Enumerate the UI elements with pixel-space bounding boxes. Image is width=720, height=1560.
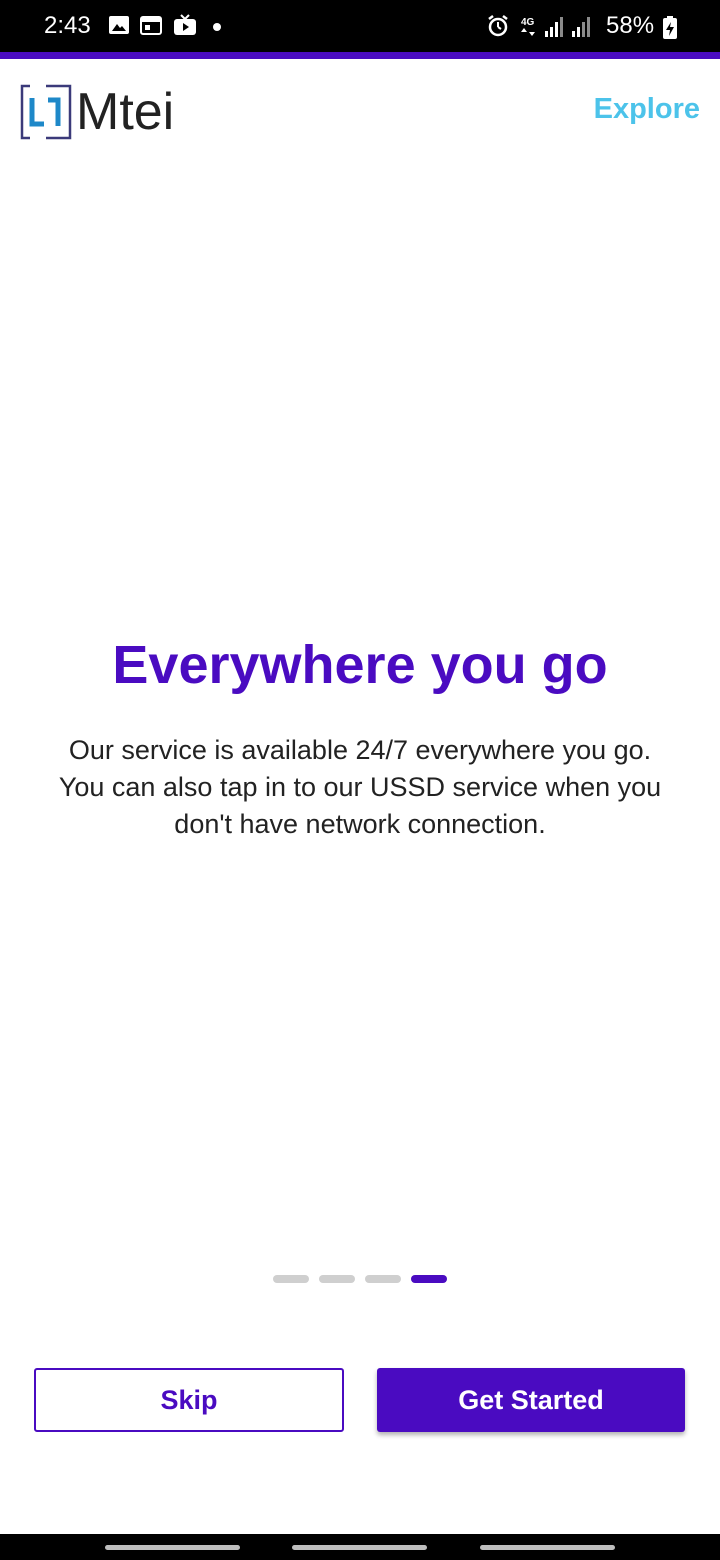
onboarding-description: Our service is available 24/7 everywhere… [58, 735, 662, 839]
explore-link[interactable]: Explore [594, 93, 700, 126]
status-bar: 2:43 4G 58% [0, 0, 720, 52]
brand-logo-icon [20, 84, 72, 140]
4g-icon: 4G [521, 17, 535, 36]
status-time: 2:43 [44, 12, 91, 39]
tv-icon [174, 14, 196, 35]
accent-line [0, 52, 720, 59]
battery-percent: 58% [606, 12, 655, 39]
page-indicator [273, 1275, 449, 1285]
nav-back-handle[interactable] [480, 1545, 615, 1550]
calendar-icon [140, 16, 162, 35]
dot-icon [213, 23, 221, 31]
signal-icon-2 [572, 17, 590, 37]
brand-name: Mtei [76, 83, 175, 141]
nav-recent-handle[interactable] [105, 1545, 240, 1550]
image-icon [109, 16, 129, 34]
get-started-button[interactable]: Get Started [377, 1368, 685, 1432]
page-dot[interactable] [273, 1275, 309, 1283]
svg-text:4G: 4G [521, 17, 535, 28]
signal-icon [545, 17, 563, 37]
page-dot[interactable] [365, 1275, 401, 1283]
nav-home-handle[interactable] [292, 1545, 427, 1550]
system-nav-bar [0, 1534, 720, 1560]
onboarding-headline: Everywhere you go [112, 635, 608, 695]
battery-icon [663, 16, 677, 39]
skip-button[interactable]: Skip [34, 1368, 344, 1432]
page-dot[interactable] [319, 1275, 355, 1283]
alarm-icon [488, 15, 508, 37]
page-dot-active[interactable] [411, 1275, 447, 1283]
